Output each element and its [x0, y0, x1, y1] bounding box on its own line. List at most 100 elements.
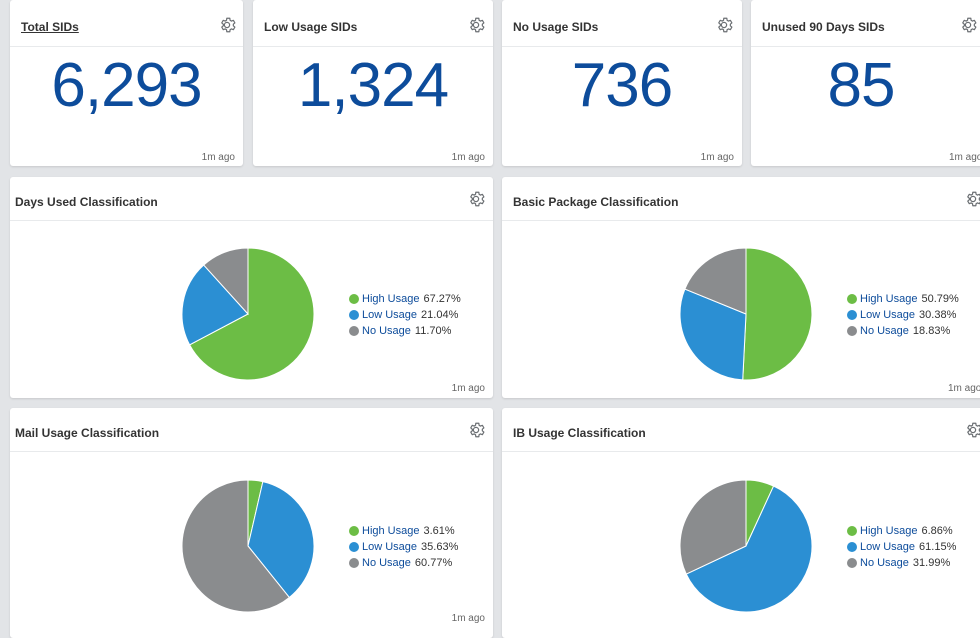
- legend-value: 6.86%: [921, 525, 953, 537]
- stat-card-low-usage-sids: Low Usage SIDs 1,324 1m ago: [253, 0, 493, 166]
- legend-label: Low Usage: [362, 541, 418, 553]
- card-title: Days Used Classification: [15, 195, 158, 209]
- chart-legend: High Usage 50.79% Low Usage 30.38% No Usag…: [847, 291, 959, 339]
- no-usage-swatch: [349, 558, 359, 568]
- legend-item-high[interactable]: High Usage 3.61%: [349, 523, 458, 539]
- updated-label: 1m ago: [948, 383, 980, 394]
- card-title: No Usage SIDs: [513, 20, 599, 34]
- gear-icon[interactable]: [964, 190, 980, 208]
- legend-item-low[interactable]: Low Usage 35.63%: [349, 539, 458, 555]
- legend-item-none[interactable]: No Usage 60.77%: [349, 555, 458, 571]
- legend-item-high[interactable]: High Usage 50.79%: [847, 291, 959, 307]
- chart-legend: High Usage 3.61% Low Usage 35.63% No Usage…: [349, 523, 458, 571]
- chart-card-mail-usage: Mail Usage Classification High Usage 3.61…: [10, 408, 493, 638]
- legend-label: No Usage: [362, 325, 411, 337]
- divider: [751, 46, 980, 47]
- legend-item-high[interactable]: High Usage 6.86%: [847, 523, 956, 539]
- legend-value: 61.15%: [919, 541, 957, 553]
- legend-value: 18.83%: [912, 325, 951, 337]
- legend-item-low[interactable]: Low Usage 61.15%: [847, 539, 956, 555]
- legend-value: 11.70%: [414, 325, 452, 337]
- card-title: Low Usage SIDs: [264, 20, 358, 34]
- chart-card-days-used: Days Used Classification High Usage 67.27…: [10, 177, 493, 398]
- no-usage-swatch: [349, 326, 359, 336]
- legend-label: Low Usage: [860, 309, 916, 321]
- gear-icon[interactable]: [467, 16, 485, 34]
- legend-value: 67.27%: [423, 293, 461, 305]
- updated-label: 1m ago: [700, 152, 734, 163]
- stat-value: 85: [827, 51, 896, 120]
- divider: [502, 451, 980, 452]
- chart-card-basic-package: Basic Package Classification High Usage 5…: [502, 177, 980, 398]
- divider: [10, 220, 493, 221]
- updated-label: 1m ago: [949, 152, 980, 163]
- legend-item-high[interactable]: High Usage 67.27%: [349, 291, 461, 307]
- legend-label: Low Usage: [860, 541, 916, 553]
- high-usage-swatch: [349, 526, 359, 536]
- chart-card-ib-usage: IB Usage Classification High Usage 6.86% …: [502, 408, 980, 638]
- stat-value: 736: [571, 51, 673, 120]
- gear-icon[interactable]: [467, 190, 485, 208]
- gear-icon[interactable]: [964, 421, 980, 439]
- divider: [502, 220, 980, 221]
- pie-chart: [181, 479, 315, 613]
- gear-icon[interactable]: [218, 16, 236, 34]
- stat-card-no-usage-sids: No Usage SIDs 736 1m ago: [502, 0, 742, 166]
- pie-chart: [679, 247, 813, 381]
- low-usage-swatch: [349, 310, 359, 320]
- legend-label: No Usage: [860, 557, 909, 569]
- divider: [10, 451, 493, 452]
- divider: [253, 46, 493, 47]
- card-title: IB Usage Classification: [513, 426, 646, 440]
- card-title: Unused 90 Days SIDs: [762, 20, 885, 34]
- legend-label: Low Usage: [362, 309, 418, 321]
- pie-chart: [181, 247, 315, 381]
- updated-label: 1m ago: [451, 613, 485, 624]
- low-usage-swatch: [847, 310, 857, 320]
- low-usage-swatch: [847, 542, 857, 552]
- legend-value: 31.99%: [912, 557, 951, 569]
- no-usage-swatch: [847, 558, 857, 568]
- high-usage-swatch: [349, 294, 359, 304]
- gear-icon[interactable]: [715, 16, 733, 34]
- updated-label: 1m ago: [451, 383, 485, 394]
- legend-item-none[interactable]: No Usage 18.83%: [847, 323, 959, 339]
- stat-card-unused-90-days-sids: Unused 90 Days SIDs 85 1m ago: [751, 0, 980, 166]
- legend-label: No Usage: [860, 325, 909, 337]
- updated-label: 1m ago: [201, 152, 235, 163]
- high-usage-swatch: [847, 294, 857, 304]
- card-title-link[interactable]: Total SIDs: [21, 20, 79, 34]
- legend-label: High Usage: [362, 293, 420, 305]
- legend-item-none[interactable]: No Usage 31.99%: [847, 555, 956, 571]
- low-usage-swatch: [349, 542, 359, 552]
- legend-label: High Usage: [860, 525, 918, 537]
- legend-value: 30.38%: [919, 309, 957, 321]
- stat-card-total-sids: Total SIDs 6,293 1m ago: [10, 0, 243, 166]
- gear-icon[interactable]: [467, 421, 485, 439]
- legend-label: High Usage: [362, 525, 420, 537]
- card-title: Mail Usage Classification: [15, 426, 160, 440]
- pie-slice-high-usage[interactable]: [742, 247, 813, 381]
- legend-item-low[interactable]: Low Usage 30.38%: [847, 307, 959, 323]
- legend-value: 21.04%: [421, 309, 459, 321]
- divider: [502, 46, 742, 47]
- pie-chart: [679, 479, 813, 613]
- updated-label: 1m ago: [451, 152, 485, 163]
- chart-legend: High Usage 6.86% Low Usage 61.15% No Usage…: [847, 523, 956, 571]
- chart-legend: High Usage 67.27% Low Usage 21.04% No Usag…: [349, 291, 461, 339]
- no-usage-swatch: [847, 326, 857, 336]
- divider: [10, 46, 243, 47]
- legend-value: 50.79%: [921, 293, 959, 305]
- legend-value: 60.77%: [414, 557, 453, 569]
- legend-item-low[interactable]: Low Usage 21.04%: [349, 307, 461, 323]
- legend-value: 35.63%: [421, 541, 459, 553]
- card-title: Basic Package Classification: [513, 195, 679, 209]
- high-usage-swatch: [847, 526, 857, 536]
- legend-value: 3.61%: [423, 525, 455, 537]
- gear-icon[interactable]: [959, 16, 977, 34]
- stat-value: 6,293: [51, 51, 202, 120]
- legend-item-none[interactable]: No Usage 11.70%: [349, 323, 461, 339]
- legend-label: High Usage: [860, 293, 918, 305]
- stat-value: 1,324: [297, 51, 449, 120]
- legend-label: No Usage: [362, 557, 411, 569]
